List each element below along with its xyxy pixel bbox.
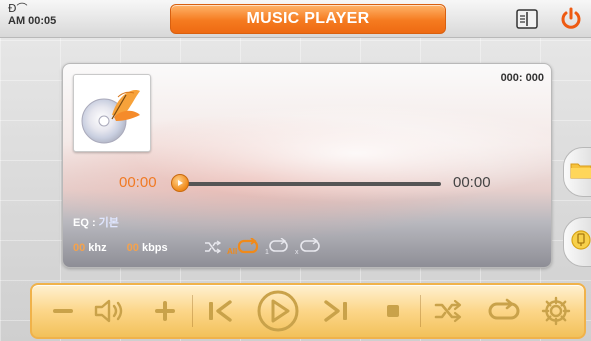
total-time: 00:00	[453, 174, 491, 191]
next-icon[interactable]	[318, 285, 354, 337]
repeat-off-mode-icon: x	[295, 236, 321, 258]
sample-rate: 00 khz	[73, 242, 107, 254]
settings-icon[interactable]	[538, 285, 574, 337]
top-bar: Ð⌒ AM 00:05 MUSIC PLAYER	[0, 0, 591, 38]
split-screen-icon[interactable]	[514, 6, 540, 32]
eq-value: 기본	[98, 217, 119, 229]
repeat-all-badge: All	[227, 247, 237, 256]
eq-info: EQ : 기본	[73, 214, 119, 230]
eq-label: EQ :	[73, 217, 99, 229]
power-icon[interactable]	[558, 6, 584, 32]
folder-icon	[570, 161, 591, 184]
bit-rate-value: 00	[126, 242, 139, 254]
bit-rate-unit: kbps	[138, 242, 168, 254]
repeat-icon[interactable]	[484, 285, 524, 337]
divider	[420, 295, 421, 327]
clock-time: AM 00:05	[8, 15, 57, 27]
current-time: 00:00	[119, 174, 157, 191]
sample-rate-value: 00	[73, 242, 86, 254]
now-playing-panel: 000: 000 00:00 00:00 EQ : 기본 00 khz 00 k…	[62, 63, 552, 268]
control-bar	[30, 283, 586, 339]
seek-handle[interactable]	[171, 174, 189, 192]
album-art-icon	[73, 74, 151, 152]
divider	[192, 295, 193, 327]
folder-tab[interactable]	[563, 147, 591, 197]
sample-rate-unit: khz	[85, 242, 107, 254]
stop-icon[interactable]	[378, 285, 408, 337]
usb-tab[interactable]	[563, 217, 591, 267]
speaker-icon[interactable]	[90, 285, 130, 337]
play-icon[interactable]	[254, 285, 302, 337]
music-player-screen: Ð⌒ AM 00:05 MUSIC PLAYER 000: 000 00:00 …	[0, 0, 591, 341]
track-counter: 000: 000	[500, 72, 544, 84]
repeat-one-badge: 1	[265, 249, 269, 256]
play-mode-indicators: All 1 x	[203, 236, 321, 258]
plus-icon[interactable]	[148, 285, 182, 337]
minus-icon[interactable]	[46, 285, 80, 337]
repeat-one-mode-icon: 1	[265, 236, 289, 258]
usb-icon	[570, 229, 591, 256]
previous-icon[interactable]	[202, 285, 238, 337]
shuffle-icon[interactable]	[430, 285, 466, 337]
status-area: Ð⌒ AM 00:05	[8, 3, 56, 28]
signal-icon: Ð⌒	[8, 2, 28, 15]
bit-rate: 00 kbps	[127, 242, 168, 254]
page-title: MUSIC PLAYER	[170, 4, 446, 34]
repeat-x-badge: x	[295, 249, 299, 256]
bitrate-info: 00 khz 00 kbps	[73, 242, 168, 254]
shuffle-mode-icon	[203, 236, 221, 258]
seek-bar[interactable]	[175, 182, 441, 186]
repeat-all-mode-icon: All	[227, 236, 259, 258]
